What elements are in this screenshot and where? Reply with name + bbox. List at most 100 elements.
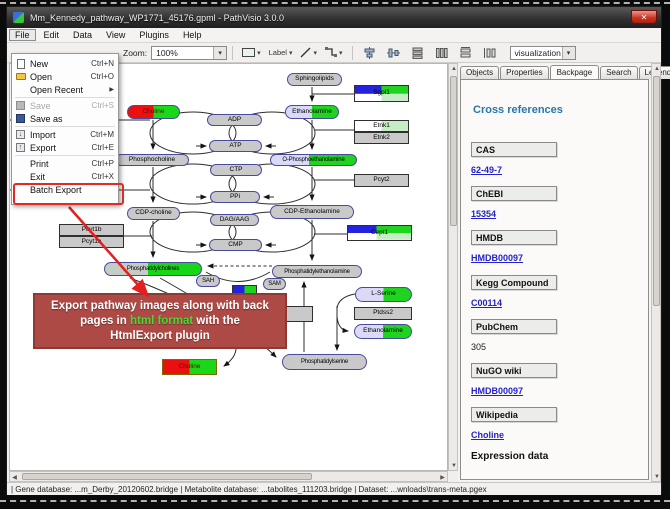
stack-rows-icon — [411, 47, 424, 59]
connector-tool-button[interactable]: ▾ — [322, 44, 346, 61]
node-adp[interactable]: ADP — [207, 114, 262, 126]
expression-data-heading: Expression data — [471, 451, 548, 462]
submenu-arrow-icon: ▶ — [109, 86, 114, 93]
xref-link-cas[interactable]: 62-49-7 — [471, 165, 502, 175]
import-icon: ↓ — [14, 130, 27, 139]
xref-value-pubchem: 305 — [471, 342, 486, 352]
common-width-button[interactable] — [455, 44, 477, 61]
menu-item-export[interactable]: ↑ Export Ctrl+E — [12, 141, 118, 154]
menu-data[interactable]: Data — [67, 29, 98, 41]
tab-objects[interactable]: Objects — [460, 66, 499, 79]
save-as-icon — [14, 114, 27, 123]
tab-search[interactable]: Search — [600, 66, 637, 79]
menu-item-save[interactable]: Save Ctrl+S — [12, 99, 118, 112]
align-center-button[interactable] — [359, 44, 381, 61]
menu-item-save-as[interactable]: Save as — [12, 112, 118, 125]
scrollbar-thumb[interactable] — [653, 76, 660, 306]
node-sam[interactable]: SAM — [263, 278, 286, 290]
menu-item-import[interactable]: ↓ Import Ctrl+M — [12, 128, 118, 141]
common-height-button[interactable] — [479, 44, 501, 61]
canvas-vertical-scrollbar[interactable]: ▲ ▼ — [448, 63, 458, 471]
node-phosphatidylcholines[interactable]: Phosphatidylcholines — [104, 262, 202, 276]
node-ethanolamine-top[interactable]: Ethanolamine — [285, 105, 339, 119]
tab-properties[interactable]: Properties — [500, 66, 548, 79]
node-atp[interactable]: ATP — [209, 140, 262, 152]
annotation-callout: Export pathway images along with back pa… — [33, 293, 287, 349]
menu-item-new[interactable]: New Ctrl+N — [12, 57, 118, 70]
node-pcyt2[interactable]: Pcyt2 — [354, 174, 409, 187]
node-etnk1[interactable]: Etnk1 — [354, 120, 409, 132]
menu-item-label: Import — [27, 130, 90, 140]
node-pcyt1a[interactable]: Pcyt1a — [59, 236, 124, 248]
node-sgpl1[interactable]: Sgpl1 — [354, 85, 409, 102]
menu-bar: File Edit Data View Plugins Help — [7, 28, 661, 43]
xref-link-nugo[interactable]: HMDB00097 — [471, 386, 523, 396]
node-dag[interactable]: DAG/AAG — [210, 214, 259, 226]
align-middle-button[interactable] — [383, 44, 405, 61]
node-phosphocholine[interactable]: Phosphocholine — [115, 154, 189, 166]
datanode-tool-button[interactable]: ▾ — [239, 44, 264, 61]
xref-link-hmdb[interactable]: HMDB00097 — [471, 253, 523, 263]
menu-item-label: Save as — [27, 114, 114, 124]
node-cmp[interactable]: CMP — [209, 239, 262, 251]
xref-link-kegg[interactable]: C00114 — [471, 298, 502, 308]
node-cdp-choline[interactable]: CDP-choline — [127, 207, 180, 220]
node-ppi[interactable]: PPi — [210, 191, 260, 203]
menu-item-label: Exit — [27, 172, 92, 182]
node-ctp[interactable]: CTP — [210, 164, 262, 176]
dropdown-icon: ▾ — [313, 49, 317, 57]
menu-item-open[interactable]: Open Ctrl+O — [12, 70, 118, 83]
node-sphingolipids[interactable]: Sphingolipids — [287, 73, 342, 86]
node-o-phosphoethanolamine[interactable]: O-Phosphoethanolamine — [270, 154, 357, 166]
xref-link-chebi[interactable]: 15354 — [471, 209, 496, 219]
partially-hidden-gene-box-2[interactable] — [284, 306, 313, 322]
xref-link-wikipedia[interactable]: Choline — [471, 430, 504, 440]
tab-backpage[interactable]: Backpage — [550, 65, 600, 80]
menu-item-open-recent[interactable]: Open Recent ▶ — [12, 83, 118, 96]
node-phosphatidylserine[interactable]: Phosphatidylserine — [282, 354, 367, 370]
menu-file[interactable]: File — [9, 29, 36, 41]
xref-section-nugo: NuGO wiki — [471, 363, 557, 378]
crop-dash-bottom — [0, 500, 670, 502]
node-choline-bottom-selected[interactable]: Choline — [162, 359, 217, 375]
node-ptdss2[interactable]: Ptdss2 — [354, 307, 412, 320]
close-button[interactable]: ✕ — [631, 10, 657, 24]
status-bar: | Gene database: ...m_Derby_20120602.bri… — [7, 482, 661, 495]
panel-vertical-scrollbar[interactable]: ▲ ▼ — [651, 63, 661, 482]
node-cept1[interactable]: Cept1 — [347, 225, 412, 241]
menu-help[interactable]: Help — [177, 29, 208, 41]
app-window: Mm_Kennedy_pathway_WP1771_45176.gpml - P… — [6, 6, 662, 494]
node-l-serine[interactable]: L-Serine — [355, 287, 412, 302]
node-choline-top[interactable]: Choline — [127, 105, 180, 119]
visualization-dropdown-icon[interactable]: ▾ — [562, 47, 575, 59]
scroll-down-icon[interactable]: ▼ — [652, 472, 662, 481]
scroll-left-icon[interactable]: ◀ — [10, 472, 19, 482]
menu-item-shortcut: Ctrl+O — [91, 72, 114, 81]
zoom-select[interactable]: 100% ▾ — [151, 46, 227, 60]
menu-plugins[interactable]: Plugins — [133, 29, 175, 41]
node-cdp-ethanolamine[interactable]: CDP-Ethanolamine — [270, 205, 354, 219]
scrollbar-thumb[interactable] — [450, 76, 457, 226]
node-sah[interactable]: SAH — [196, 275, 220, 287]
xref-section-chebi: ChEBI — [471, 186, 557, 201]
visualization-select[interactable]: visualization ▾ — [510, 46, 576, 60]
menu-view[interactable]: View — [100, 29, 131, 41]
menu-edit[interactable]: Edit — [38, 29, 66, 41]
stack-columns-button[interactable] — [431, 44, 453, 61]
canvas-horizontal-scrollbar[interactable]: ◀ ▶ — [9, 471, 448, 482]
menu-item-exit[interactable]: Exit Ctrl+X — [12, 170, 118, 183]
node-etnk2[interactable]: Etnk2 — [354, 132, 409, 144]
node-ethanolamine-bottom[interactable]: Ethanolamine — [354, 324, 412, 339]
stack-rows-button[interactable] — [407, 44, 429, 61]
toolbar-separator — [232, 46, 233, 60]
node-pcyt1b[interactable]: Pcyt1b — [59, 224, 124, 236]
scrollbar-thumb[interactable] — [22, 473, 312, 480]
node-phosphatidylethanolamine[interactable]: Phosphatidylethanolamine — [272, 265, 362, 278]
line-tool-button[interactable]: ▾ — [297, 44, 320, 61]
menu-item-print[interactable]: Print Ctrl+P — [12, 157, 118, 170]
side-panel: Objects Properties Backpage Search Legen… — [458, 63, 651, 482]
label-tool-button[interactable]: Label ▾ — [266, 44, 296, 61]
zoom-dropdown-icon[interactable]: ▾ — [213, 47, 226, 59]
scroll-up-icon[interactable]: ▲ — [652, 64, 662, 73]
scroll-right-icon[interactable]: ▶ — [438, 472, 447, 482]
